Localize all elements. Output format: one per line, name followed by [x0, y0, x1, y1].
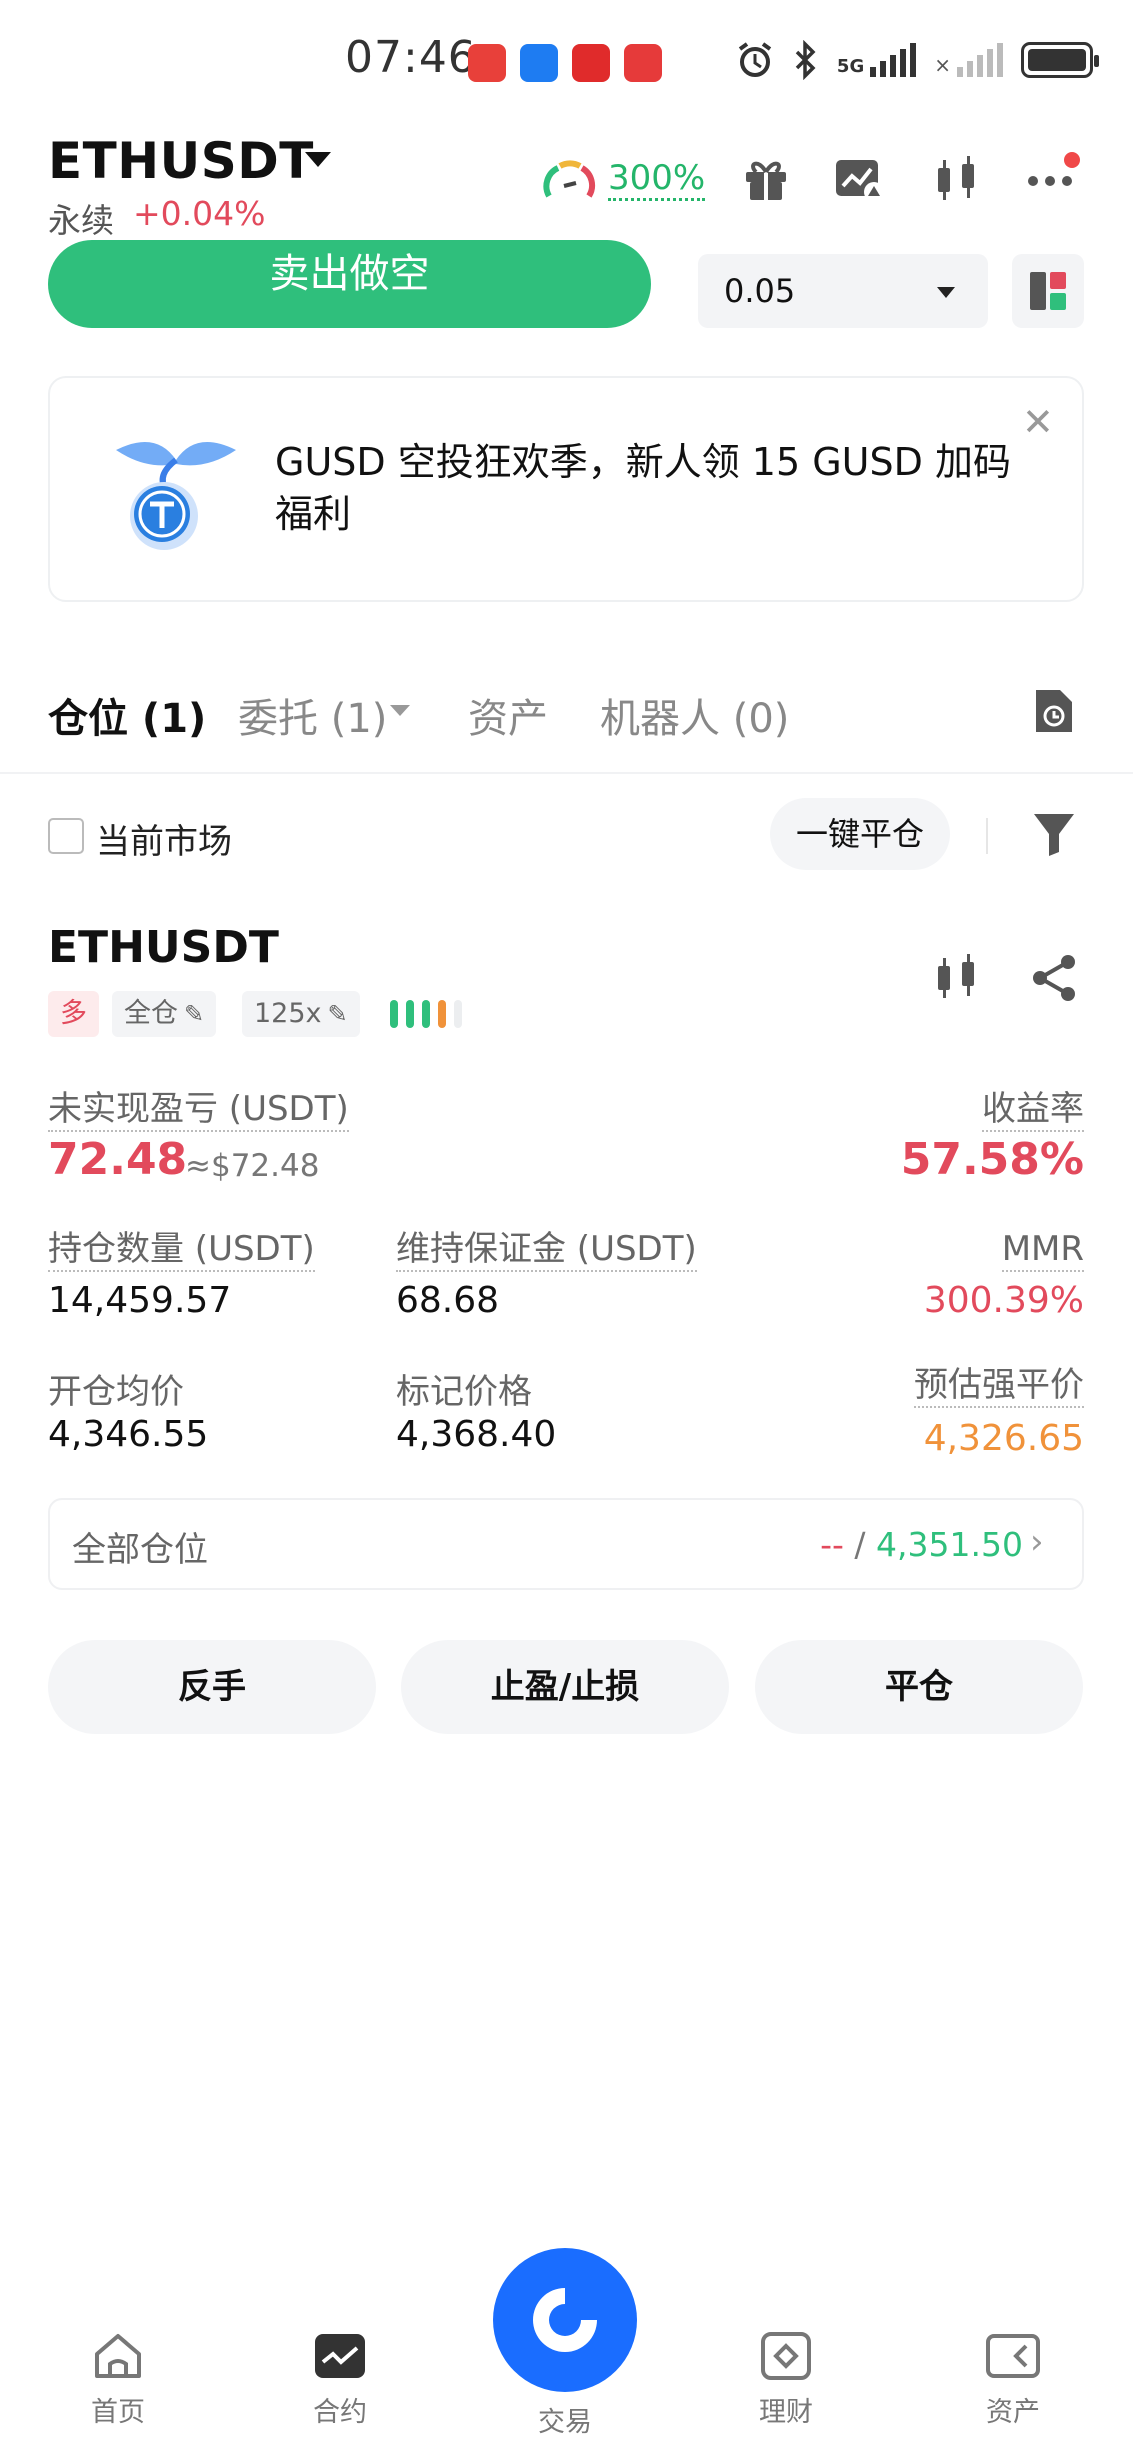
futures-icon: [315, 2334, 365, 2378]
close-icon[interactable]: ✕: [1022, 400, 1054, 444]
red-book-icon: [624, 44, 662, 82]
maint-margin-label: 维持保证金 (USDT): [396, 1228, 697, 1272]
position-chart-icon[interactable]: [932, 952, 982, 1004]
trade-logo-icon: [533, 2288, 597, 2352]
nav-earn[interactable]: 理财: [726, 2332, 846, 2429]
gift-icon[interactable]: [742, 156, 790, 204]
close-all-button[interactable]: 一键平仓: [770, 798, 950, 870]
risk-level-indicator: [390, 1000, 462, 1028]
entry-price-value: 4,346.55: [48, 1414, 209, 1455]
douyu-icon: [520, 44, 558, 82]
signal-5g-icon: 5G: [837, 43, 917, 77]
side-badge: 多: [48, 991, 99, 1037]
gusd-gift-icon: [116, 442, 236, 550]
tab-orders[interactable]: 委托 (1): [238, 686, 387, 744]
notification-dot: [1064, 152, 1080, 168]
nav-futures[interactable]: 合约: [280, 2332, 400, 2429]
leverage-badge[interactable]: 125x ✎: [242, 991, 360, 1037]
orders-dropdown-icon[interactable]: [390, 705, 410, 716]
close-position-button[interactable]: 平仓: [755, 1640, 1083, 1734]
margin-mode-label: 全仓: [124, 998, 178, 1029]
current-market-checkbox[interactable]: [48, 818, 84, 854]
promo-banner-text: GUSD 空投狂欢季，新人领 15 GUSD 加码福利: [275, 440, 1011, 536]
roe-label: 收益率: [982, 1088, 1084, 1132]
size-value: 14,459.57: [48, 1280, 232, 1321]
mmr-label: MMR: [1001, 1228, 1084, 1272]
unrealized-pnl-usd: ≈$72.48: [185, 1148, 320, 1184]
liq-price-label: 预估强平价: [914, 1364, 1084, 1408]
filter-icon[interactable]: [1032, 810, 1076, 858]
all-positions-label: 全部仓位: [72, 1530, 208, 1570]
roe-value: 57.58%: [900, 1134, 1084, 1185]
unrealized-pnl-value: 72.48: [48, 1134, 188, 1185]
tab-bots[interactable]: 机器人 (0): [600, 686, 789, 744]
current-market-label[interactable]: 当前市场: [96, 814, 232, 863]
all-positions-left-value: --: [820, 1525, 844, 1564]
leverage-gauge-icon[interactable]: [542, 156, 596, 204]
mark-price-label: 标记价格: [396, 1372, 532, 1412]
margin-mode-badge[interactable]: 全仓 ✎: [112, 991, 217, 1037]
liq-price-value: 4,326.65: [923, 1418, 1084, 1459]
alarm-icon: [738, 42, 772, 77]
game-icon: [572, 44, 610, 82]
nav-futures-label: 合约: [313, 2397, 367, 2428]
amount-dropdown-icon[interactable]: [937, 287, 955, 298]
status-time: 07:46: [345, 32, 477, 83]
maint-margin-value: 68.68: [396, 1280, 500, 1321]
tab-divider: [0, 772, 1133, 774]
nav-earn-label: 理财: [759, 2397, 813, 2428]
leverage-label: 125x: [254, 998, 322, 1029]
status-indicators: 5G ×: [735, 40, 1099, 80]
chevron-right-icon[interactable]: ›: [1030, 1522, 1044, 1562]
bluetooth-icon: [795, 40, 816, 80]
all-positions-right-value: 4,351.50: [876, 1525, 1023, 1564]
nav-home-label: 首页: [91, 2397, 145, 2428]
layout-switch-button[interactable]: [1012, 254, 1084, 328]
unrealized-pnl-label: 未实现盈亏 (USDT): [48, 1088, 349, 1132]
earn-icon: [761, 2332, 811, 2380]
tp-sl-button[interactable]: 止盈/止损: [401, 1640, 729, 1734]
edit-icon: ✎: [184, 1000, 205, 1028]
layout-icon: [1030, 272, 1066, 310]
contract-type: 永续: [48, 201, 114, 240]
all-positions-separator: /: [843, 1525, 877, 1564]
entry-price-label: 开仓均价: [48, 1372, 184, 1412]
nav-assets-label: 资产: [986, 2397, 1040, 2428]
leverage-meter-value[interactable]: 300%: [608, 158, 706, 201]
edit-icon: ✎: [327, 1000, 348, 1028]
position-pair: ETHUSDT: [48, 922, 279, 973]
nav-trade-label: 交易: [538, 2407, 592, 2438]
tab-assets[interactable]: 资产: [468, 686, 548, 744]
share-icon[interactable]: [1030, 952, 1080, 1004]
wallet-icon: [986, 2334, 1040, 2378]
signal-secondary-icon: ×: [934, 43, 1003, 77]
nav-home[interactable]: 首页: [58, 2332, 178, 2429]
history-icon[interactable]: [1032, 686, 1076, 736]
more-menu-icon[interactable]: [1028, 176, 1072, 186]
trade-button[interactable]: [493, 2248, 637, 2392]
pair-title[interactable]: ETHUSDT: [48, 132, 314, 190]
nav-assets[interactable]: 资产: [953, 2332, 1073, 2429]
price-change: +0.04%: [133, 194, 266, 233]
reverse-button[interactable]: 反手: [48, 1640, 376, 1734]
candlestick-icon[interactable]: [932, 154, 982, 206]
pair-dropdown-icon[interactable]: [305, 152, 331, 167]
huawei-appgallery-icon: [468, 44, 506, 82]
all-positions-values: -- / 4,351.50: [820, 1525, 1023, 1564]
battery-icon: [1021, 42, 1099, 78]
tab-positions[interactable]: 仓位 (1): [48, 686, 206, 744]
mark-price-value: 4,368.40: [396, 1414, 557, 1455]
mmr-value: 300.39%: [923, 1280, 1084, 1321]
chart-alert-icon[interactable]: [834, 156, 886, 204]
filter-separator: [986, 818, 988, 854]
size-label: 持仓数量 (USDT): [48, 1228, 315, 1272]
home-icon: [95, 2334, 141, 2378]
sell-short-button[interactable]: 卖出做空: [48, 240, 651, 328]
